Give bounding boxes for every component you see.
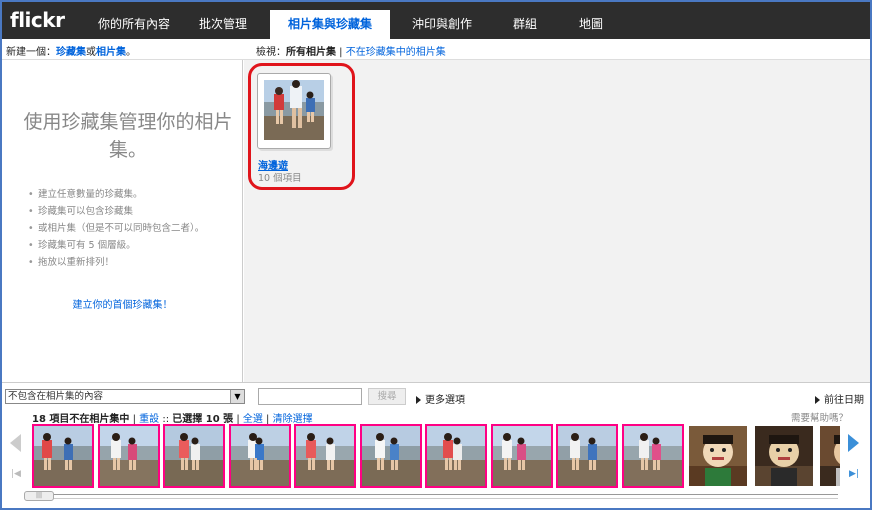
new-collection-link[interactable]: 珍藏集 [56, 47, 86, 58]
photo-image [99, 426, 158, 486]
goto-date-label: 前往日期 [824, 395, 864, 406]
jump-last-icon[interactable]: ▶| [849, 469, 859, 479]
tip-item: 拖放以重新排列！ [28, 254, 204, 271]
tab-print-create[interactable]: 沖印與創作 [402, 2, 482, 39]
strip-photo-thumbnail[interactable] [359, 424, 422, 488]
filter-bar: 不包含在相片集的內容 ▼ 搜尋 更多選項 前往日期 [2, 382, 870, 408]
top-nav: flickr 你的所有內容 批次管理 相片集與珍藏集 沖印與創作 群組 地圖 [2, 2, 870, 39]
or-text: 或 [86, 47, 96, 58]
content-filter-select[interactable]: 不包含在相片集的內容 ▼ [5, 389, 245, 404]
beach-photo-image [264, 80, 324, 140]
strip-photo-thumbnail[interactable] [32, 424, 94, 488]
tip-text: 或相片集（但是不可以同時包含二者）。 [38, 223, 205, 234]
create-new-text: 新建一個：珍藏集或相片集。 [6, 43, 136, 58]
photo-image [754, 426, 813, 486]
app-window: flickr 你的所有內容 批次管理 相片集與珍藏集 沖印與創作 群組 地圖 新… [0, 0, 872, 510]
search-input[interactable] [258, 388, 362, 405]
view-all-sets: 所有相片集 [286, 47, 336, 58]
strip-photo-thumbnail[interactable] [752, 424, 815, 488]
flickr-logo[interactable]: flickr [10, 8, 65, 32]
scroll-left-icon[interactable] [10, 434, 21, 452]
photo-image [230, 426, 289, 486]
collections-panel: 使用珍藏集管理你的相片集。 建立任意數量的珍藏集。 珍藏集可以包含珍藏集 或相片… [2, 60, 243, 382]
sub-header: 新建一個：珍藏集或相片集。 檢視：所有相片集 | 不在珍藏集中的相片集 [2, 39, 870, 60]
strip-photo-thumbnail[interactable] [228, 424, 291, 488]
tip-item: 珍藏集可有 5 個層級。 [28, 237, 204, 254]
search-button[interactable]: 搜尋 [368, 388, 406, 405]
tip-item: 珍藏集可以包含珍藏集 [28, 203, 204, 220]
strip-photo-thumbnail[interactable] [425, 424, 487, 488]
photo-image [820, 426, 840, 486]
photo-image [361, 426, 420, 486]
new-set-link[interactable]: 相片集 [96, 47, 126, 58]
view-filter-text: 檢視：所有相片集 | 不在珍藏集中的相片集 [256, 43, 446, 58]
strip-photo-thumbnail[interactable] [294, 424, 356, 488]
tip-item-continued: 或相片集（但是不可以同時包含二者）。 [28, 220, 204, 237]
set-thumbnail[interactable] [264, 80, 324, 140]
tips-list: 建立任意數量的珍藏集。 珍藏集可以包含珍藏集 或相片集（但是不可以同時包含二者）… [28, 186, 204, 271]
panel-title: 使用珍藏集管理你的相片集。 [23, 111, 233, 161]
tab-sets-collections[interactable]: 相片集與珍藏集 [270, 10, 390, 39]
tab-groups[interactable]: 群組 [500, 2, 550, 39]
select-value: 不包含在相片集的內容 [8, 391, 104, 402]
triangle-right-icon [815, 396, 820, 404]
view-not-in-collection-link[interactable]: 不在珍藏集中的相片集 [346, 47, 446, 58]
photo-image [34, 426, 92, 486]
photo-image [296, 426, 354, 486]
photo-image [427, 426, 485, 486]
goto-date-toggle[interactable]: 前往日期 [815, 391, 864, 406]
strip-photo-thumbnail[interactable] [621, 424, 684, 488]
separator: | [336, 47, 346, 58]
strip-photo-thumbnail[interactable] [97, 424, 160, 488]
create-prefix: 新建一個： [6, 47, 56, 58]
photo-image [165, 426, 223, 486]
chevron-down-icon[interactable]: ▼ [230, 390, 244, 403]
tab-organize[interactable]: 批次管理 [186, 2, 260, 39]
scroll-right-icon[interactable] [848, 434, 859, 452]
set-item-count: 10 個項目 [258, 173, 302, 184]
triangle-right-icon [416, 396, 421, 404]
view-prefix: 檢視： [256, 47, 286, 58]
strip-photo-thumbnail[interactable] [490, 424, 553, 488]
period-text: 。 [126, 47, 136, 58]
tip-item: 建立任意數量的珍藏集。 [28, 186, 204, 203]
photo-image [689, 426, 747, 486]
set-card[interactable] [257, 73, 331, 149]
strip-photo-thumbnail[interactable] [556, 424, 618, 488]
photo-image [492, 426, 551, 486]
strip-scrollbar[interactable] [26, 494, 838, 499]
photo-strip [30, 422, 840, 490]
jump-first-icon[interactable]: |◀ [11, 469, 21, 479]
strip-photo-thumbnail[interactable] [687, 424, 749, 488]
more-options-toggle[interactable]: 更多選項 [416, 391, 465, 406]
create-first-collection-link[interactable]: 建立你的首個珍藏集！ [2, 296, 243, 311]
photo-image [558, 426, 616, 486]
tab-map[interactable]: 地圖 [566, 2, 616, 39]
scrollbar-thumb[interactable]: ||| [24, 491, 54, 501]
photo-image [623, 426, 682, 486]
sets-panel: 海邊遊 10 個項目 [244, 60, 870, 382]
tab-your-stuff[interactable]: 你的所有內容 [88, 2, 180, 39]
strip-photo-thumbnail[interactable] [818, 424, 840, 488]
strip-photo-thumbnail[interactable] [163, 424, 225, 488]
more-options-label: 更多選項 [425, 395, 465, 406]
